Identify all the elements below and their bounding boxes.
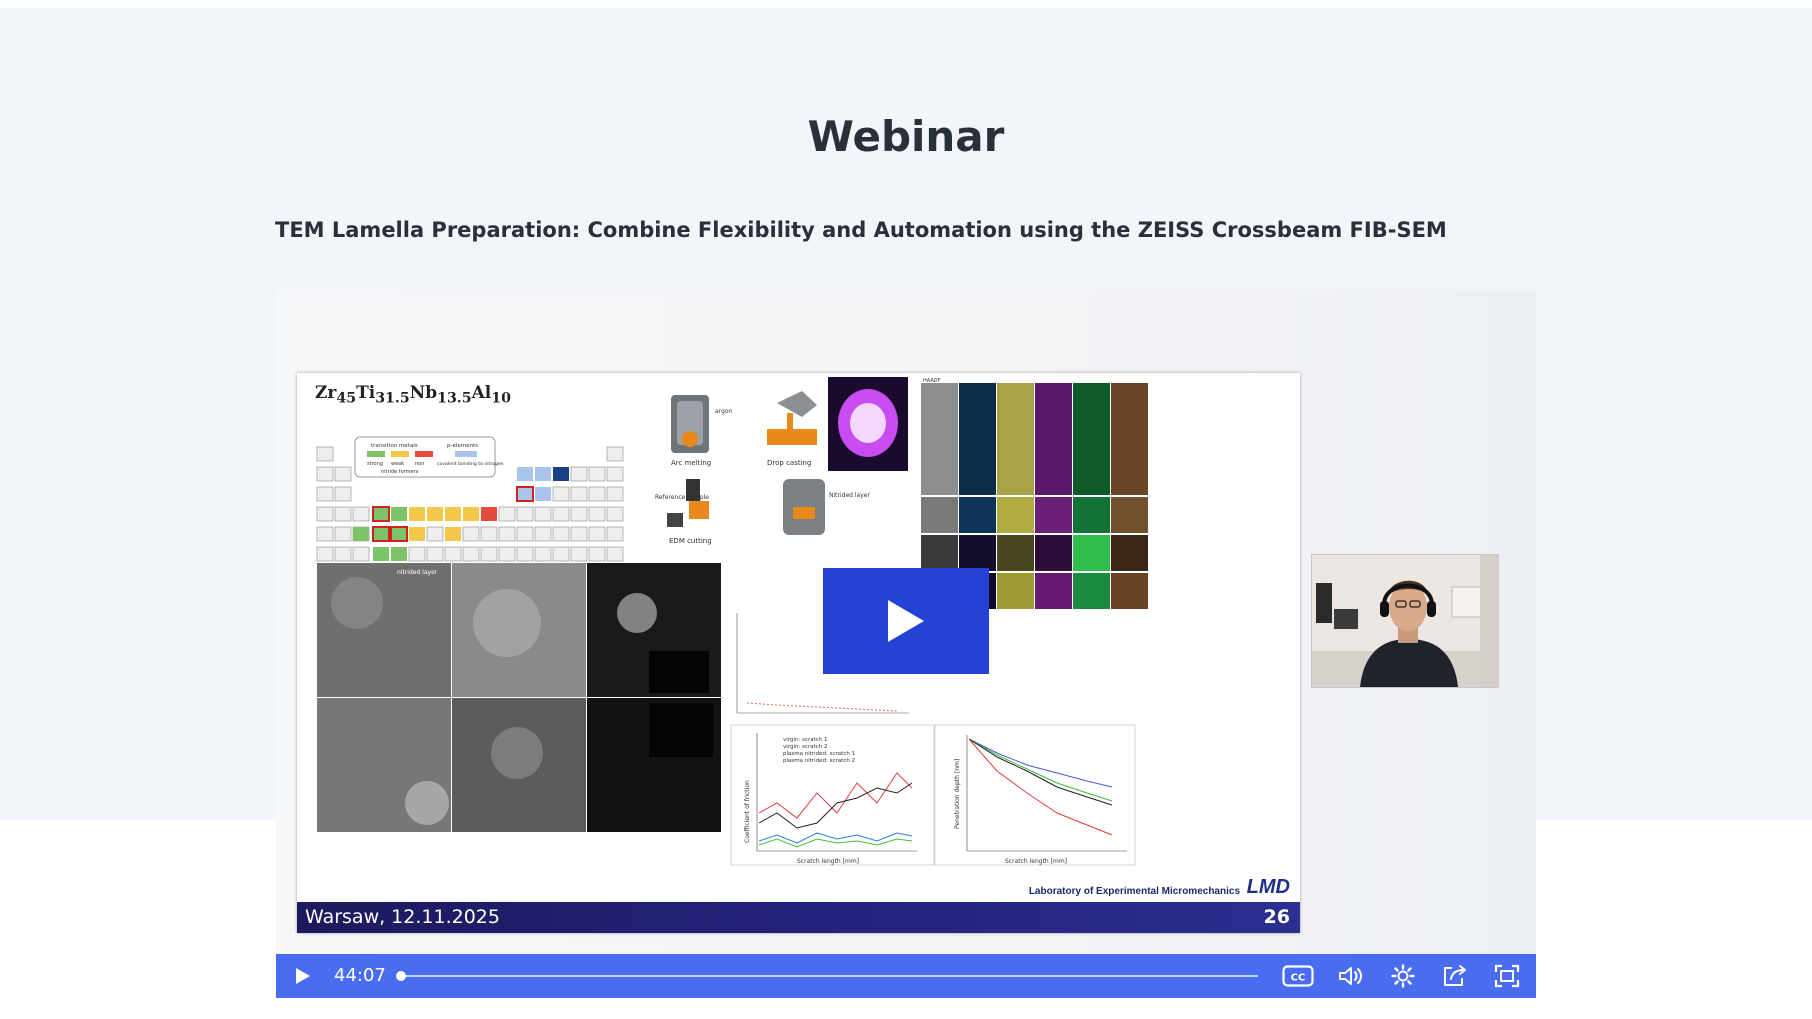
progress-handle[interactable] [396, 971, 407, 981]
friction-xlabel: Scratch length [mm] [797, 858, 859, 865]
label-edm-cutting: EDM cutting [669, 537, 712, 545]
tem-micrographs: nitrided layer [317, 563, 721, 832]
volume-icon [1339, 967, 1362, 985]
page-title: Webinar [807, 112, 1005, 161]
share-button[interactable] [1436, 954, 1474, 998]
share-icon [1444, 965, 1466, 986]
volume-button[interactable] [1332, 954, 1370, 998]
legend-weak: weak [391, 461, 404, 467]
legend-covalent: covalent bonding to nitrogen [437, 461, 504, 467]
label-nitrided-layer-small: nitrided layer [397, 569, 438, 576]
label-argon: argon [715, 408, 733, 415]
legend-transition-metals: transition metals [371, 443, 418, 449]
periodic-table: transition metals p-elements strong weak… [315, 433, 645, 562]
presenter-webcam [1311, 554, 1499, 688]
legend-p-elements: p-elements [447, 443, 478, 449]
legend-plasma-1: plasma nitrided: scratch 1 [783, 751, 855, 757]
friction-plot: virgin: scratch 1 virgin: scratch 2 plas… [730, 724, 935, 866]
penetration-xlabel: Scratch length [mm] [1005, 858, 1067, 865]
big-play-button[interactable] [823, 568, 989, 674]
friction-ylabel: Coefficient of friction [744, 780, 751, 843]
captions-button[interactable]: CC [1278, 954, 1318, 998]
settings-icon [1391, 964, 1415, 988]
legend-virgin-1: virgin: scratch 1 [783, 737, 828, 743]
label-reference-sample: Reference sample [655, 494, 709, 501]
penetration-ylabel: Penetration depth [nm] [954, 759, 961, 829]
slide-number: 26 [1263, 906, 1290, 928]
legend-plasma-2: plasma nitrided: scratch 2 [783, 758, 855, 764]
play-icon [888, 600, 924, 642]
penetration-plot: Scratch length [mm] Penetration depth [n… [934, 724, 1136, 866]
player-controls: 44:07 CC [276, 954, 1536, 998]
slide-graphics: transition metals p-elements strong weak… [315, 377, 1148, 866]
legend-non: non [415, 461, 424, 467]
fullscreen-button[interactable] [1488, 954, 1526, 998]
progress-bar[interactable] [397, 975, 1258, 977]
legend-nitride-formers: nitride formers [381, 469, 419, 475]
label-arc-melting: Arc melting [671, 459, 711, 467]
video-player[interactable]: transition metals p-elements strong weak… [276, 289, 1536, 998]
legend-strong: strong [367, 461, 383, 467]
video-frame-slide: transition metals p-elements strong weak… [297, 373, 1300, 933]
webinar-subtitle: TEM Lamella Preparation: Combine Flexibi… [275, 218, 1447, 242]
top-strip [0, 0, 1812, 8]
current-time: 44:07 [334, 965, 386, 986]
label-nitrided-layer: Nitrided layer [829, 492, 870, 499]
lab-logo: LMD [1246, 876, 1290, 898]
captions-icon: CC [1282, 965, 1314, 987]
legend-virgin-2: virgin: scratch 2 [783, 744, 828, 750]
footer-location-date: Warsaw, 12.11.2025 [305, 906, 500, 928]
svg-text:CC: CC [1291, 973, 1306, 984]
presenter-image [1312, 555, 1498, 687]
alloy-formula: Zr45Ti31.5Nb13.5Al10 [315, 383, 511, 407]
play-icon [296, 968, 310, 984]
lab-name: Laboratory of Experimental Micromechanic… [1028, 886, 1240, 897]
label-drop-casting: Drop casting [767, 459, 811, 467]
slide-footer: Warsaw, 12.11.2025 26 [297, 902, 1300, 933]
process-illustration: argon Arc melting Drop casting Reference… [655, 377, 908, 545]
fullscreen-icon [1494, 964, 1520, 988]
settings-button[interactable] [1384, 954, 1422, 998]
play-button[interactable] [286, 954, 320, 998]
